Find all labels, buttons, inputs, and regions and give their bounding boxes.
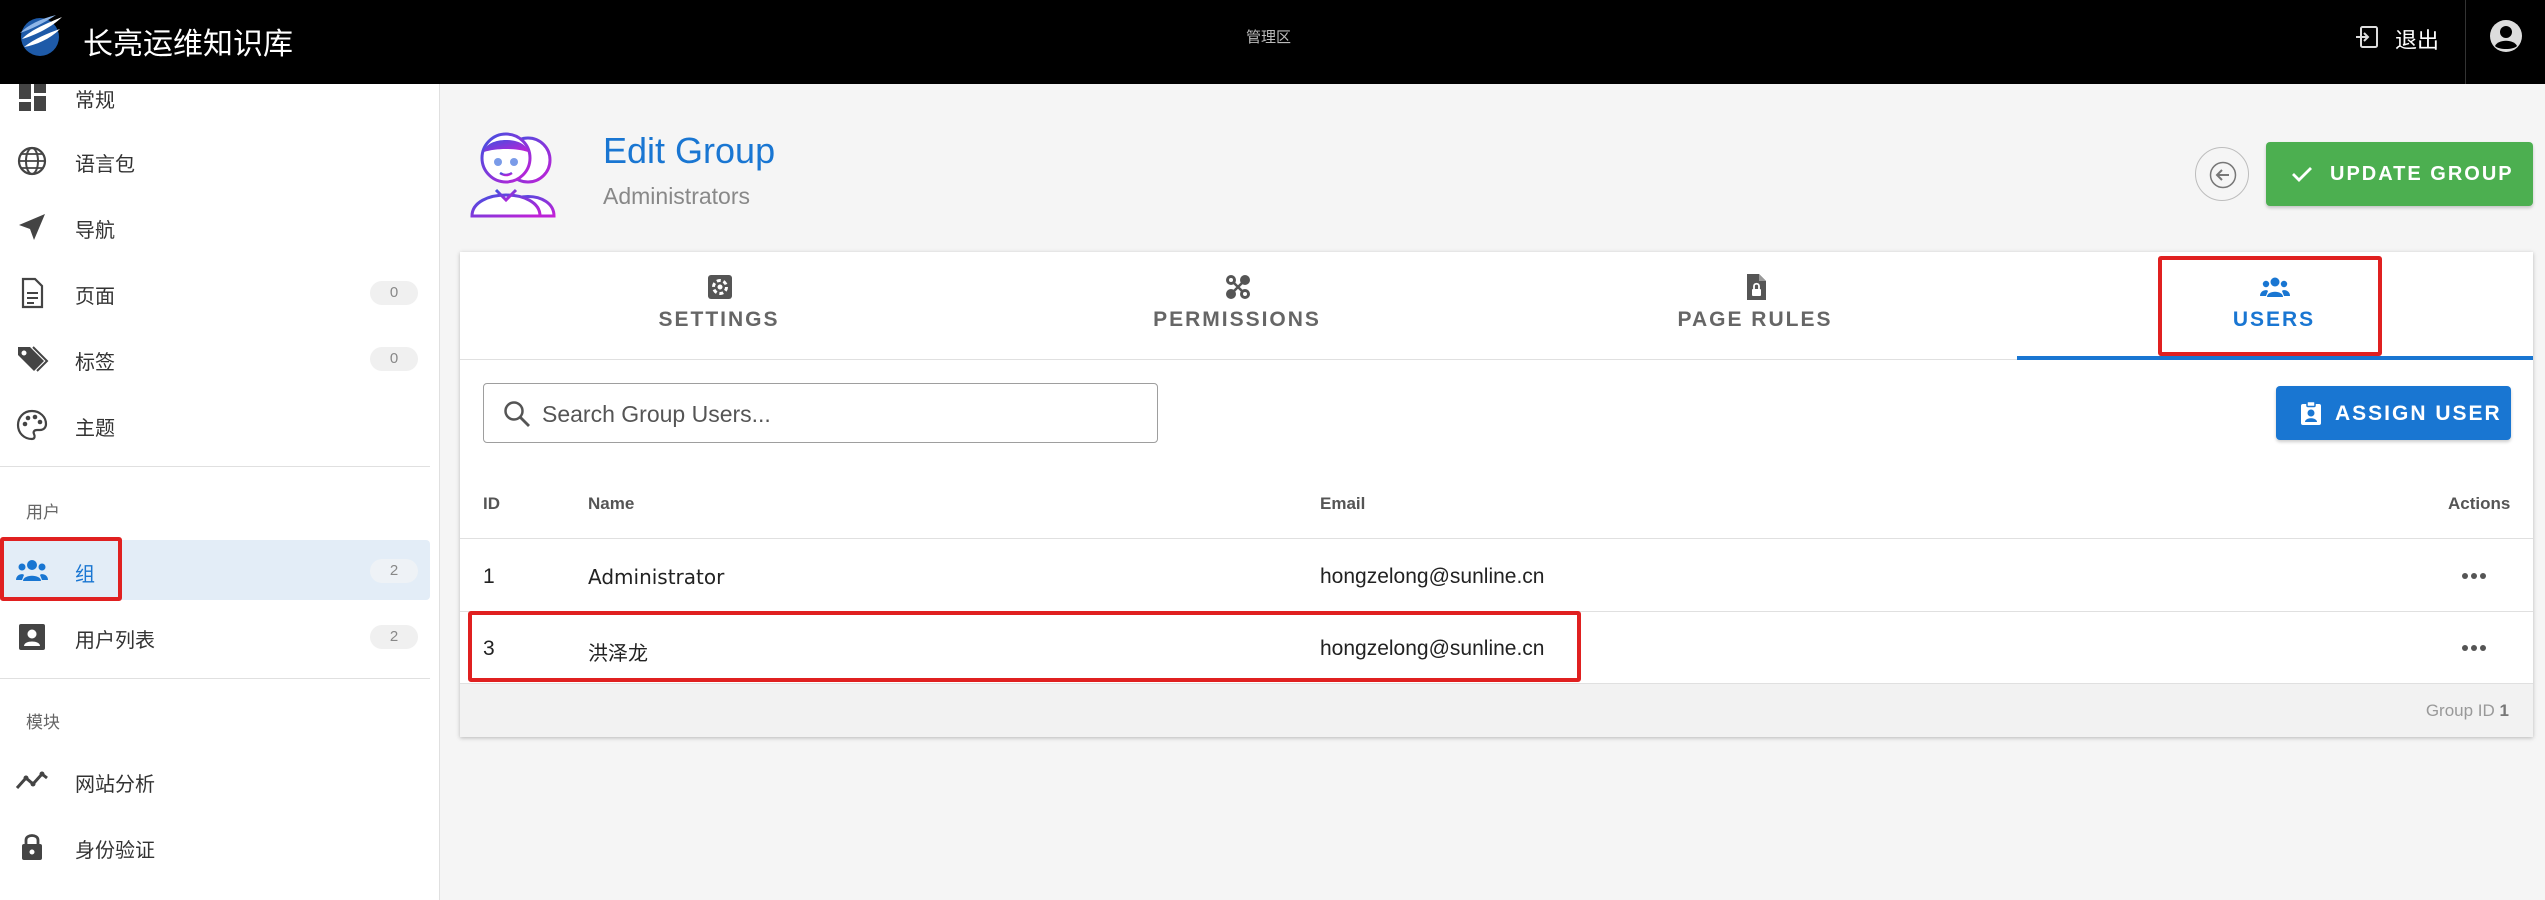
assign-user-label: ASSIGN USER <box>2335 402 2502 425</box>
page-rules-icon <box>1747 274 1766 300</box>
settings-icon <box>708 275 732 299</box>
sidebar-item-label: 用户列表 <box>75 628 155 652</box>
logout-icon[interactable] <box>2354 24 2380 50</box>
tab-permissions[interactable]: PERMISSIONS <box>978 252 1496 360</box>
update-group-button[interactable]: UPDATE GROUP <box>2266 142 2533 206</box>
cell-email: hongzelong@sunline.cn <box>1320 565 1545 588</box>
divider <box>0 678 430 679</box>
assign-user-button[interactable]: ASSIGN USER <box>2276 386 2511 440</box>
more-actions-icon[interactable] <box>2460 636 2488 660</box>
permissions-icon <box>1226 275 1250 299</box>
sidebar-item-label: 导航 <box>75 218 115 242</box>
search-input[interactable] <box>542 396 1142 432</box>
sidebar-item-locale[interactable]: 语言包 <box>0 130 430 190</box>
sidebar-item-tags[interactable]: 标签 0 <box>0 328 430 388</box>
group-avatar-icon <box>470 132 556 218</box>
group-id-label: Group ID <box>2425 701 2495 720</box>
annotation-highlight-groups <box>0 537 122 601</box>
sidebar-item-analytics[interactable]: 网站分析 <box>0 750 430 810</box>
column-header-actions: Actions <box>2448 494 2511 513</box>
tab-page-rules[interactable]: PAGE RULES <box>1496 252 2014 360</box>
sidebar: 常规 语言包 导航 页面 0 标签 0 主题 用户 组 2 用户列表 2 模块 … <box>0 84 440 900</box>
search-icon <box>504 401 530 427</box>
count-badge: 2 <box>370 625 418 649</box>
table-footer: Group ID 1 <box>460 684 2533 737</box>
sidebar-item-label: 标签 <box>75 350 115 374</box>
sidebar-item-label: 常规 <box>75 88 115 112</box>
check-icon <box>2292 167 2312 182</box>
count-badge: 2 <box>370 559 418 583</box>
sidebar-item-navigation[interactable]: 导航 <box>0 196 430 256</box>
column-header-email[interactable]: Email <box>1320 494 1365 514</box>
logo-icon[interactable] <box>16 11 64 59</box>
annotation-highlight-user-row <box>468 611 1581 682</box>
cell-name: Administrator <box>588 565 725 589</box>
assign-user-icon <box>2301 400 2321 425</box>
table-row[interactable]: 1 Administrator hongzelong@sunline.cn <box>460 540 2533 612</box>
annotation-highlight-users-tab <box>2158 256 2382 356</box>
sidebar-item-theme[interactable]: 主题 <box>0 394 430 454</box>
account-icon[interactable] <box>2488 18 2524 54</box>
back-button[interactable] <box>2195 147 2249 201</box>
sidebar-item-label: 身份验证 <box>75 838 155 862</box>
column-header-id[interactable]: ID <box>483 494 500 514</box>
page-icon <box>21 277 44 309</box>
sidebar-item-label: 主题 <box>75 416 115 440</box>
divider <box>2465 0 2466 84</box>
tab-settings[interactable]: SETTINGS <box>460 252 978 360</box>
palette-icon <box>16 409 48 441</box>
sidebar-item-label: 语言包 <box>75 152 135 176</box>
column-header-name[interactable]: Name <box>588 494 634 514</box>
group-id-value: 1 <box>2499 701 2509 720</box>
dashboard-icon <box>19 84 46 111</box>
admin-area-label: 管理区 <box>1246 28 1292 46</box>
section-header-modules: 模块 <box>26 713 60 733</box>
table-header: ID Name Email Actions <box>460 468 2533 539</box>
sidebar-item-auth[interactable]: 身份验证 <box>0 816 430 876</box>
tab-label: PERMISSIONS <box>1153 308 1321 331</box>
count-badge: 0 <box>370 347 418 371</box>
analytics-icon <box>15 771 48 790</box>
globe-icon <box>17 146 47 176</box>
arrow-left-icon <box>2209 161 2237 189</box>
sidebar-item-users[interactable]: 用户列表 2 <box>0 606 430 666</box>
group-id-text: Group ID 1 <box>2426 701 2509 721</box>
update-group-label: UPDATE GROUP <box>2330 163 2514 185</box>
more-actions-icon[interactable] <box>2460 564 2488 588</box>
navigation-icon <box>19 214 45 240</box>
divider <box>0 466 430 467</box>
count-badge: 0 <box>370 281 418 305</box>
page-subtitle: Administrators <box>603 183 750 209</box>
tab-label: SETTINGS <box>658 308 780 331</box>
sidebar-item-pages[interactable]: 页面 0 <box>0 262 430 322</box>
tags-icon <box>18 346 49 372</box>
sidebar-item-general[interactable]: 常规 <box>0 66 430 126</box>
page-title: Edit Group <box>603 130 776 171</box>
cell-id: 1 <box>483 565 495 588</box>
sidebar-item-label: 网站分析 <box>75 772 155 796</box>
user-card-icon <box>19 624 45 650</box>
app-title[interactable]: 长亮运维知识库 <box>83 19 293 63</box>
section-header-users: 用户 <box>26 503 60 523</box>
logout-button[interactable]: 退出 <box>2395 23 2439 55</box>
active-tab-indicator <box>2017 356 2533 360</box>
sidebar-item-label: 页面 <box>75 284 115 308</box>
lock-icon <box>22 834 42 860</box>
tab-label: PAGE RULES <box>1677 308 1833 331</box>
search-group-users-field[interactable] <box>483 383 1158 443</box>
